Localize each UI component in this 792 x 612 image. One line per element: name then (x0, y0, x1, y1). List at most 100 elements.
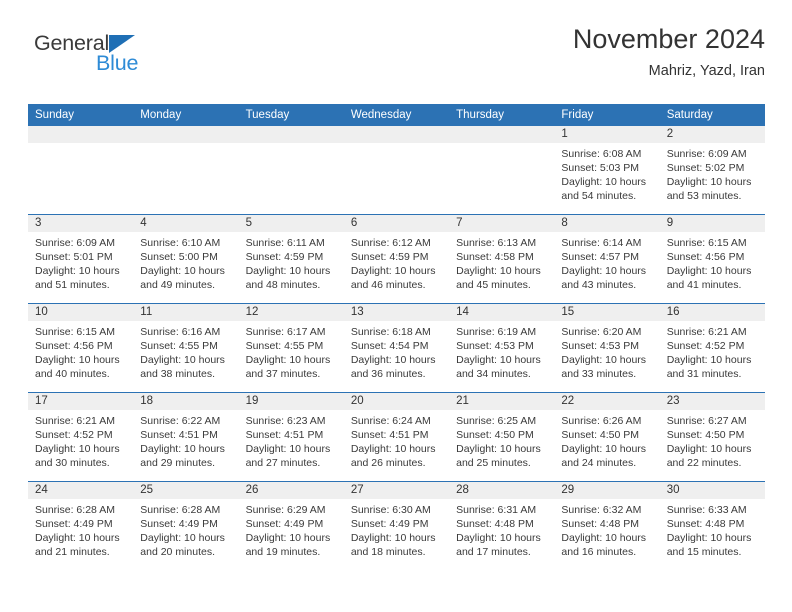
day-detail-line: Sunset: 4:59 PM (245, 251, 324, 263)
day-cell[interactable]: 14 Sunrise: 6:19 AM Sunset: 4:53 PM Dayligh… (449, 304, 555, 392)
day-detail-line: and 24 minutes. (561, 457, 637, 469)
day-number: 3 (28, 215, 134, 232)
logo-word-general: General (34, 31, 110, 55)
day-cell[interactable]: 13 Sunrise: 6:18 AM Sunset: 4:54 PM Dayligh… (343, 304, 450, 392)
day-number: 13 (343, 304, 450, 321)
day-cell[interactable]: 27 Sunrise: 6:30 AM Sunset: 4:49 PM Dayligh… (343, 482, 450, 570)
day-details: Sunrise: 6:15 AM Sunset: 4:56 PM Daylight:… (28, 321, 133, 381)
day-cell-empty (238, 126, 344, 214)
day-cell[interactable]: 5 Sunrise: 6:11 AM Sunset: 4:59 PM Daylight… (238, 215, 344, 303)
day-cell[interactable]: 7 Sunrise: 6:13 AM Sunset: 4:58 PM Daylight… (449, 215, 555, 303)
calendar-grid: Sunday Monday Tuesday Wednesday Thursday Frid… (28, 104, 765, 570)
day-detail-line: Sunrise: 6:27 AM (666, 415, 747, 427)
day-details: Sunrise: 6:17 AM Sunset: 4:55 PM Daylight:… (239, 321, 344, 381)
day-number: 19 (238, 393, 344, 410)
day-detail-line: Sunrise: 6:21 AM (666, 326, 747, 338)
day-details: Sunrise: 6:25 AM Sunset: 4:50 PM Daylight:… (449, 410, 554, 470)
day-cell[interactable]: 25 Sunrise: 6:28 AM Sunset: 4:49 PM Dayligh… (133, 482, 239, 570)
day-detail-line: Sunset: 4:57 PM (561, 251, 640, 263)
day-detail-line: Sunrise: 6:09 AM (35, 237, 115, 249)
day-cell[interactable]: 12 Sunrise: 6:17 AM Sunset: 4:55 PM Dayligh… (238, 304, 344, 392)
day-detail-line: Daylight: 10 hours (350, 265, 436, 277)
day-details: Sunrise: 6:11 AM Sunset: 4:59 PM Daylight:… (239, 232, 344, 292)
calendar-week-row: 10 Sunrise: 6:15 AM Sunset: 4:56 PM Dayligh… (28, 303, 765, 392)
day-cell[interactable]: 15 Sunrise: 6:20 AM Sunset: 4:53 PM Dayligh… (554, 304, 660, 392)
day-detail-line: Sunset: 4:49 PM (140, 518, 218, 530)
day-cell[interactable]: 4 Sunrise: 6:10 AM Sunset: 5:00 PM Daylight… (133, 215, 239, 303)
day-number: 22 (554, 393, 660, 410)
day-detail-line: Sunset: 4:50 PM (456, 429, 534, 441)
day-detail-line: Sunrise: 6:33 AM (666, 504, 747, 516)
day-detail-line: Sunrise: 6:12 AM (350, 237, 431, 249)
day-detail-line: and 33 minutes. (561, 368, 637, 380)
weekday-header-thursday: Thursday (456, 109, 505, 121)
day-detail-line: and 25 minutes. (456, 457, 531, 469)
day-cell[interactable]: 16 Sunrise: 6:21 AM Sunset: 4:52 PM Dayligh… (659, 304, 765, 392)
day-cell[interactable]: 23 Sunrise: 6:27 AM Sunset: 4:50 PM Dayligh… (659, 393, 765, 481)
day-cell[interactable]: 1 Sunrise: 6:08 AM Sunset: 5:03 PM Daylight… (554, 126, 660, 214)
day-detail-line: Sunset: 4:54 PM (350, 340, 429, 352)
day-cell[interactable]: 6 Sunrise: 6:12 AM Sunset: 4:59 PM Daylight… (343, 215, 450, 303)
day-details: Sunrise: 6:21 AM Sunset: 4:52 PM Daylight:… (28, 410, 133, 470)
day-cell[interactable]: 17 Sunrise: 6:21 AM Sunset: 4:52 PM Dayligh… (28, 393, 134, 481)
day-details: Sunrise: 6:08 AM Sunset: 5:03 PM Daylight:… (554, 143, 659, 203)
general-blue-logo[interactable]: General Blue (34, 32, 254, 92)
day-cell[interactable]: 10 Sunrise: 6:15 AM Sunset: 4:56 PM Dayligh… (28, 304, 134, 392)
day-cell-empty (449, 126, 555, 214)
day-details: Sunrise: 6:32 AM Sunset: 4:48 PM Daylight:… (554, 499, 659, 559)
day-cell[interactable]: 24 Sunrise: 6:28 AM Sunset: 4:49 PM Dayligh… (28, 482, 134, 570)
day-number: 4 (133, 215, 239, 232)
day-detail-line: Sunset: 4:55 PM (140, 340, 218, 352)
day-details: Sunrise: 6:09 AM Sunset: 5:01 PM Daylight:… (28, 232, 133, 292)
day-details: Sunrise: 6:29 AM Sunset: 4:49 PM Daylight:… (239, 499, 344, 559)
day-details: Sunrise: 6:30 AM Sunset: 4:49 PM Daylight:… (344, 499, 449, 559)
day-number: 10 (28, 304, 134, 321)
day-cell[interactable]: 18 Sunrise: 6:22 AM Sunset: 4:51 PM Dayligh… (133, 393, 239, 481)
day-detail-line: Daylight: 10 hours (140, 354, 225, 366)
calendar-week-row: 3 Sunrise: 6:09 AM Sunset: 5:01 PM Daylight… (28, 214, 765, 303)
day-cell[interactable]: 2 Sunrise: 6:09 AM Sunset: 5:02 PM Daylight… (659, 126, 765, 214)
day-detail-line: Sunset: 4:48 PM (456, 518, 534, 530)
day-cell[interactable]: 11 Sunrise: 6:16 AM Sunset: 4:55 PM Dayligh… (133, 304, 239, 392)
day-number: 16 (659, 304, 765, 321)
triangle-icon (109, 35, 136, 53)
day-detail-line: Sunset: 4:52 PM (666, 340, 745, 352)
day-cell[interactable]: 20 Sunrise: 6:24 AM Sunset: 4:51 PM Dayligh… (343, 393, 450, 481)
day-detail-line: Sunrise: 6:32 AM (561, 504, 642, 516)
day-detail-line: Sunrise: 6:31 AM (456, 504, 537, 516)
day-detail-line: Sunrise: 6:20 AM (561, 326, 642, 338)
day-details: Sunrise: 6:22 AM Sunset: 4:51 PM Daylight:… (133, 410, 238, 470)
day-cell[interactable]: 21 Sunrise: 6:25 AM Sunset: 4:50 PM Dayligh… (449, 393, 555, 481)
day-detail-line: Sunset: 4:48 PM (561, 518, 640, 530)
day-details: Sunrise: 6:19 AM Sunset: 4:53 PM Daylight:… (449, 321, 554, 381)
calendar-page: General Blue November 2024 Mahriz, Yazd,… (0, 0, 792, 612)
day-cell[interactable]: 9 Sunrise: 6:15 AM Sunset: 4:56 PM Daylight… (659, 215, 765, 303)
day-detail-line: Daylight: 10 hours (35, 532, 120, 544)
day-cell[interactable]: 29 Sunrise: 6:32 AM Sunset: 4:48 PM Dayligh… (554, 482, 660, 570)
calendar-week-row: 24 Sunrise: 6:28 AM Sunset: 4:49 PM Dayligh… (28, 481, 765, 570)
day-cell[interactable]: 8 Sunrise: 6:14 AM Sunset: 4:57 PM Daylight… (554, 215, 660, 303)
day-detail-line: Daylight: 10 hours (561, 354, 647, 366)
day-detail-line: Sunset: 4:56 PM (35, 340, 113, 352)
day-details: Sunrise: 6:24 AM Sunset: 4:51 PM Daylight:… (344, 410, 449, 470)
day-cell[interactable]: 28 Sunrise: 6:31 AM Sunset: 4:48 PM Dayligh… (449, 482, 555, 570)
day-detail-line: Sunset: 4:59 PM (350, 251, 429, 263)
logo-word-blue: Blue (96, 51, 139, 75)
day-cell[interactable]: 19 Sunrise: 6:23 AM Sunset: 4:51 PM Dayligh… (238, 393, 344, 481)
day-cell[interactable]: 30 Sunrise: 6:33 AM Sunset: 4:48 PM Dayligh… (659, 482, 765, 570)
calendar-week-cells: 3 Sunrise: 6:09 AM Sunset: 5:01 PM Daylight… (28, 215, 765, 303)
day-detail-line: Daylight: 10 hours (140, 443, 225, 455)
day-cell[interactable]: 22 Sunrise: 6:26 AM Sunset: 4:50 PM Dayligh… (554, 393, 660, 481)
day-detail-line: Sunrise: 6:17 AM (245, 326, 326, 338)
day-detail-line: Sunrise: 6:21 AM (35, 415, 115, 427)
day-cell[interactable]: 3 Sunrise: 6:09 AM Sunset: 5:01 PM Daylight… (28, 215, 134, 303)
day-detail-line: Sunset: 5:00 PM (140, 251, 218, 263)
day-detail-line: and 29 minutes. (140, 457, 215, 469)
day-detail-line: Daylight: 10 hours (140, 265, 225, 277)
day-detail-line: and 49 minutes. (140, 279, 215, 291)
day-detail-line: and 31 minutes. (666, 368, 742, 380)
day-number: 14 (449, 304, 555, 321)
day-cell[interactable]: 26 Sunrise: 6:29 AM Sunset: 4:49 PM Dayligh… (238, 482, 344, 570)
day-cell-empty (133, 126, 239, 214)
day-detail-line: and 16 minutes. (561, 546, 637, 558)
